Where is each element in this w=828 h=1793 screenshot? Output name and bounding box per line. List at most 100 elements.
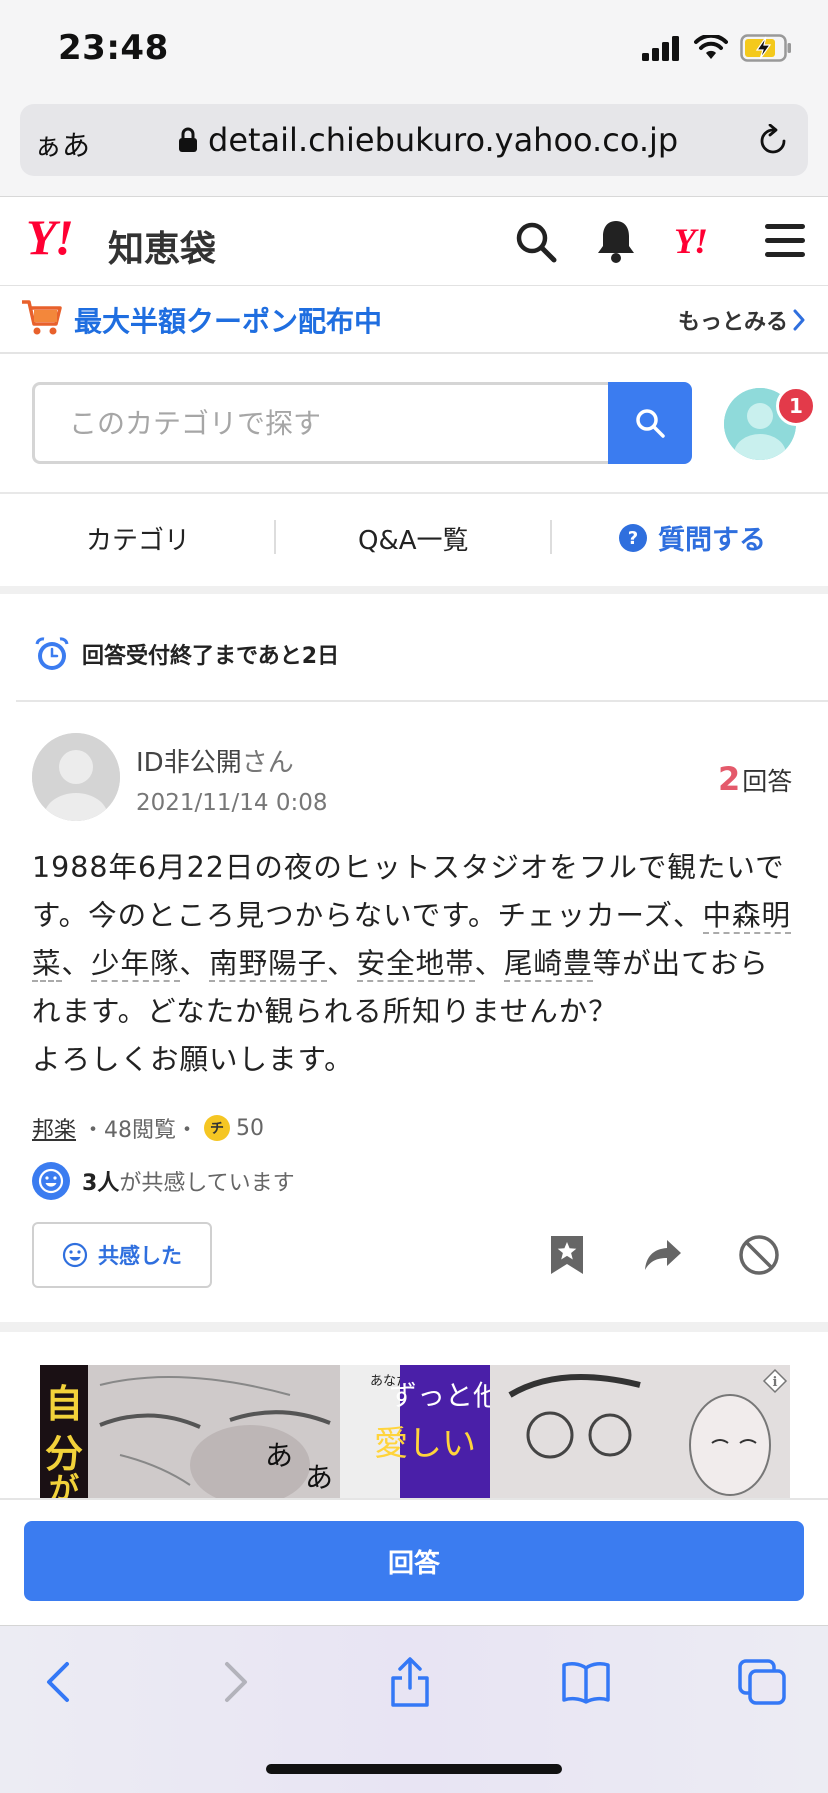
default-user-icon	[32, 733, 120, 821]
question-text: 、	[474, 947, 505, 980]
answer-deadline: 回答受付終了まであと2日	[34, 636, 339, 672]
coin-amount: 50	[236, 1115, 265, 1141]
keyword-link[interactable]: 南野陽子	[209, 947, 328, 982]
section-spacer	[0, 586, 828, 594]
cart-icon	[20, 298, 62, 340]
notification-badge: 1	[776, 386, 816, 426]
notification-button[interactable]	[594, 218, 638, 268]
svg-text:愛しい: 愛しい	[374, 1424, 476, 1464]
question-text: よろしくお願いします。	[32, 1043, 354, 1076]
deadline-text: 回答受付終了まであと2日	[82, 644, 340, 669]
empathy-button-label: 共感した	[98, 1244, 182, 1268]
question-meta: 邦楽 ・48閲覧・ チ 50	[32, 1112, 264, 1144]
coupon-more-link[interactable]: もっとみる	[678, 304, 806, 336]
keyword-link[interactable]: 尾崎豊	[504, 947, 593, 982]
empathy-text: が共感しています	[119, 1171, 295, 1196]
share-icon	[391, 1657, 429, 1707]
empathy-button[interactable]: 共感した	[32, 1222, 212, 1288]
svg-text:ずっと他: ずっと他	[389, 1379, 501, 1412]
tabs-icon	[738, 1659, 786, 1705]
url-text: detail.chiebukuro.yahoo.co.jp	[208, 121, 679, 159]
svg-text:自: 自	[45, 1381, 83, 1426]
tab-category[interactable]: カテゴリ	[86, 520, 190, 557]
battery-charging-icon	[740, 34, 791, 62]
ad-info-button[interactable]: i	[762, 1368, 788, 1398]
reader-settings-button[interactable]: ぁあ	[34, 124, 90, 164]
question-body: 1988年6月22日の夜のヒットスタジオをフルで観たいです。今のところ見つからな…	[32, 844, 798, 1084]
question-text: 、	[61, 947, 92, 980]
category-link[interactable]: 邦楽	[32, 1112, 76, 1144]
keyword-link[interactable]: 少年隊	[91, 947, 180, 982]
status-icons	[642, 34, 792, 62]
category-search-input[interactable]	[35, 385, 608, 461]
share-sheet-button[interactable]	[380, 1652, 440, 1712]
answer-count-label: 回答	[742, 767, 793, 796]
category-search-button[interactable]	[608, 382, 692, 464]
chevron-left-icon	[47, 1662, 69, 1702]
questioner-avatar	[32, 733, 120, 821]
coupon-more-label: もっとみる	[678, 310, 789, 335]
svg-text:が: が	[49, 1472, 79, 1499]
tabs-button[interactable]	[732, 1652, 792, 1712]
svg-text:あ: あ	[305, 1461, 333, 1494]
svg-text:?: ?	[628, 528, 638, 549]
bell-icon	[598, 221, 634, 263]
smile-icon	[32, 1162, 70, 1200]
reload-button[interactable]	[756, 123, 790, 162]
answer-count[interactable]: 2 回答	[718, 760, 792, 798]
questioner-suffix: さん	[241, 748, 294, 778]
book-icon	[562, 1662, 610, 1704]
question-text: 、	[327, 947, 357, 980]
keyword-link[interactable]: 安全地帯	[356, 947, 475, 982]
tab-ask-question[interactable]: ? 質問する	[618, 518, 766, 557]
back-button[interactable]	[28, 1652, 88, 1712]
chevron-right-icon	[225, 1662, 247, 1702]
smile-icon	[62, 1242, 88, 1268]
tab-divider	[550, 520, 552, 554]
share-arrow-icon	[645, 1240, 681, 1270]
wifi-icon	[694, 35, 728, 59]
url-display[interactable]: detail.chiebukuro.yahoo.co.jp	[178, 121, 678, 159]
bookmarks-button[interactable]	[556, 1652, 616, 1712]
search-icon	[636, 409, 665, 438]
question-text: 1988年6月22日の夜のヒットスタジオをフルで観たいです。今のところ見つからな…	[32, 851, 785, 932]
share-button[interactable]	[640, 1232, 686, 1278]
question-date: 2021/11/14 0:08	[136, 790, 328, 816]
reload-icon	[760, 123, 786, 154]
chevron-right-icon	[793, 309, 805, 331]
section-spacer	[0, 1322, 828, 1332]
home-indicator	[266, 1764, 562, 1774]
yahoo-logo[interactable]: Y!	[26, 208, 74, 266]
bookmark-star-icon	[551, 1236, 583, 1274]
answer-button[interactable]: 回答	[24, 1521, 804, 1601]
forward-button[interactable]	[206, 1652, 266, 1712]
ad-info-icon: i	[762, 1368, 788, 1394]
category-search-field[interactable]	[32, 382, 608, 464]
hamburger-icon	[765, 224, 805, 257]
questioner-name: ID非公開さん	[136, 742, 294, 779]
search-icon	[516, 222, 557, 263]
svg-text:分: 分	[45, 1431, 83, 1476]
alarm-clock-icon	[35, 637, 69, 670]
report-button[interactable]	[736, 1232, 782, 1278]
coin-icon: チ	[204, 1115, 231, 1141]
tab-qa-list[interactable]: Q&A一覧	[358, 520, 469, 557]
lock-icon	[179, 127, 197, 152]
coupon-text[interactable]: 最大半額クーポン配布中	[74, 300, 382, 340]
bookmark-button[interactable]	[544, 1232, 590, 1278]
svg-text:あ: あ	[265, 1439, 293, 1472]
empathy-count: 3人	[82, 1171, 120, 1196]
service-name[interactable]: 知恵袋	[108, 220, 216, 272]
manga-ad-image: 自 分 が あ あ あなたが ずっと他 愛しい	[40, 1365, 790, 1499]
yahoo-top-link[interactable]: Y!	[674, 220, 708, 262]
answer-count-number: 2	[718, 760, 741, 798]
question-text: 、	[179, 947, 210, 980]
svg-text:i: i	[773, 1375, 778, 1390]
menu-button[interactable]	[764, 222, 806, 264]
signal-icon	[642, 36, 679, 61]
ask-question-label: 質問する	[658, 525, 766, 556]
header-search-button[interactable]	[514, 220, 558, 268]
divider	[16, 700, 828, 702]
advertisement-banner[interactable]: 自 分 が あ あ あなたが ずっと他 愛しい	[40, 1365, 790, 1499]
questioner-id: ID非公開	[136, 748, 242, 778]
